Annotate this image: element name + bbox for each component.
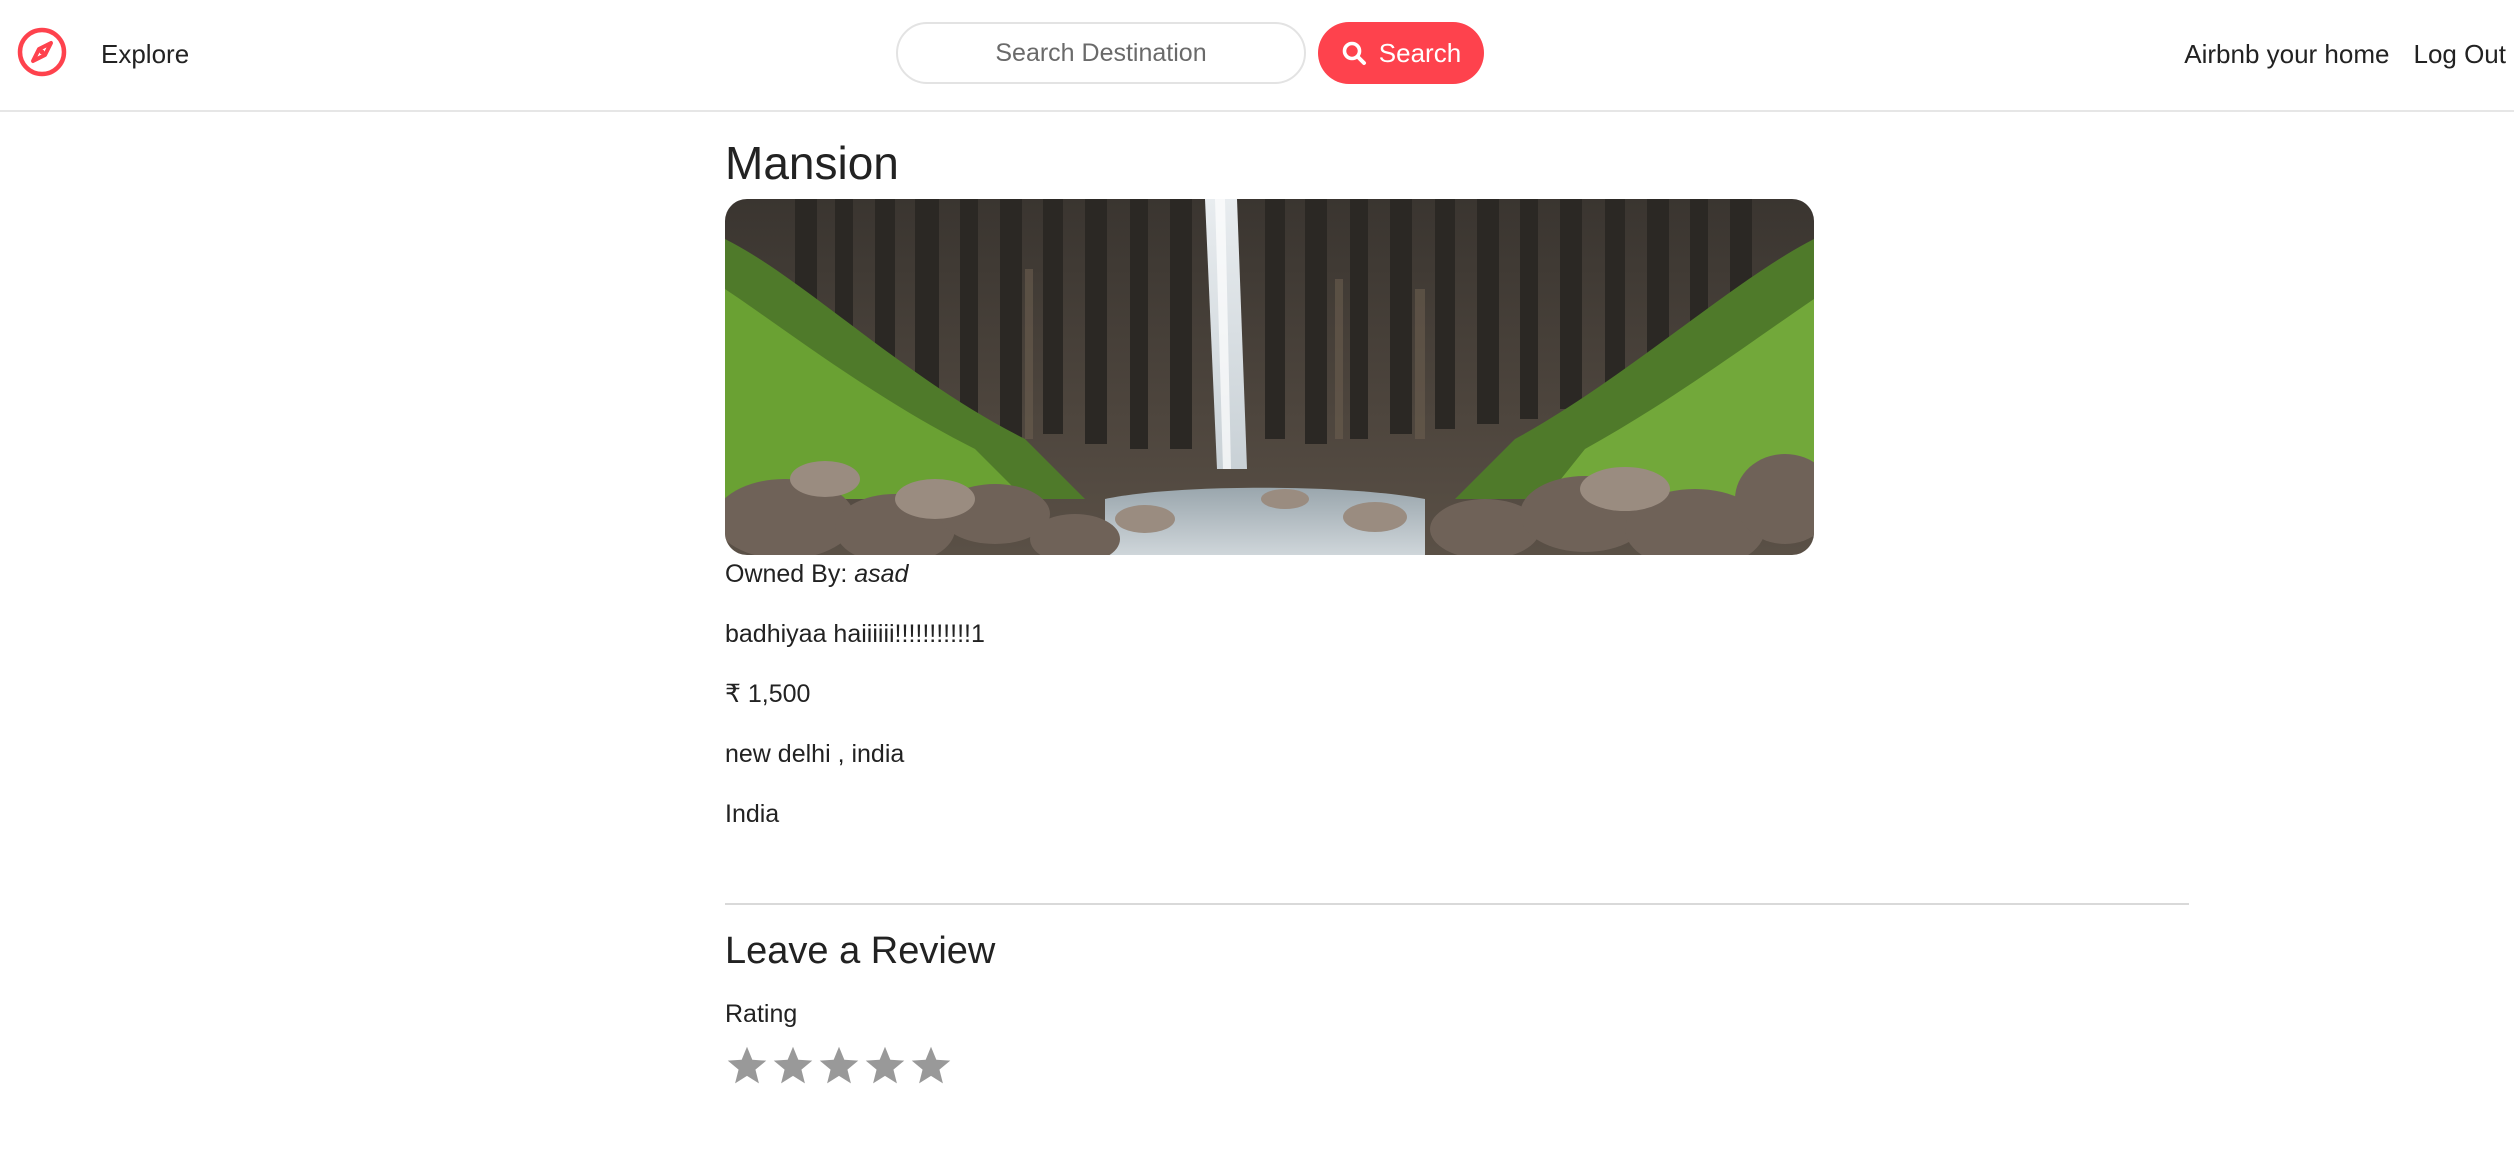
star-3[interactable] bbox=[817, 1043, 861, 1089]
star-1[interactable] bbox=[725, 1043, 769, 1089]
search-button[interactable]: Search bbox=[1318, 22, 1484, 84]
listing-description: badhiyaa haiiiiii!!!!!!!!!!!1 bbox=[725, 620, 985, 648]
review-title: Leave a Review bbox=[725, 930, 996, 972]
airbnb-your-home-link[interactable]: Airbnb your home bbox=[2184, 34, 2389, 74]
listing-price: ₹ 1,500 bbox=[725, 680, 811, 708]
star-4[interactable] bbox=[863, 1043, 907, 1089]
navbar: Explore Search Airbnb your home Log Out bbox=[0, 0, 2514, 112]
star-2[interactable] bbox=[771, 1043, 815, 1089]
search-input[interactable] bbox=[896, 22, 1306, 84]
owner-prefix: Owned By: bbox=[725, 560, 848, 588]
section-divider bbox=[725, 903, 2189, 905]
listing-title: Mansion bbox=[725, 137, 899, 189]
logout-link[interactable]: Log Out bbox=[2413, 34, 2506, 74]
owner-name: asad bbox=[854, 560, 909, 588]
star-rating bbox=[725, 1043, 953, 1089]
listing-image bbox=[725, 199, 1814, 555]
owner-line: Owned By: asad bbox=[725, 557, 908, 591]
rating-label: Rating bbox=[725, 1000, 798, 1028]
compass-icon[interactable] bbox=[16, 26, 68, 78]
search-button-label: Search bbox=[1378, 37, 1462, 68]
star-5[interactable] bbox=[909, 1043, 953, 1089]
nav-right-links: Airbnb your home Log Out bbox=[2184, 34, 2506, 74]
listing-location: new delhi , india bbox=[725, 740, 905, 768]
listing-country: India bbox=[725, 800, 780, 828]
nav-explore-link[interactable]: Explore bbox=[101, 34, 189, 74]
search-icon bbox=[1341, 40, 1367, 66]
